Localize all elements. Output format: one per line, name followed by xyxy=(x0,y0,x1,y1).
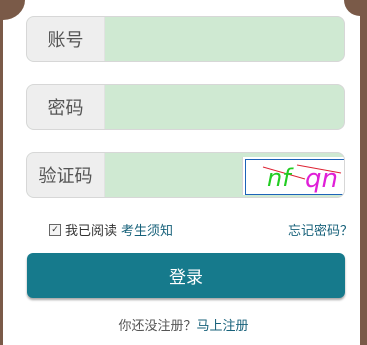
notice-link[interactable]: 考生须知 xyxy=(121,220,173,239)
captcha-text-b: qn xyxy=(305,164,338,194)
captcha-input[interactable] xyxy=(105,153,242,197)
password-label: 密码 xyxy=(27,85,105,129)
captcha-label: 验证码 xyxy=(27,153,105,197)
account-field: 账号 xyxy=(26,16,345,62)
captcha-image[interactable]: nf qn xyxy=(242,157,344,195)
account-label: 账号 xyxy=(27,17,105,61)
agree-prefix: 我已阅读 xyxy=(65,224,118,239)
agreement-row: ✓ 我已阅读 考生须知 xyxy=(49,220,173,239)
captcha-text-a: nf xyxy=(267,164,294,192)
forgot-password-link[interactable]: 忘记密码？ xyxy=(288,220,353,239)
password-input[interactable] xyxy=(105,85,344,129)
login-button[interactable]: 登录 xyxy=(27,253,345,298)
account-input[interactable] xyxy=(105,17,344,61)
password-field: 密码 xyxy=(26,84,345,130)
register-row: 你还没注册？马上注册 xyxy=(0,315,367,334)
panel-corner-left xyxy=(3,0,25,20)
register-link[interactable]: 马上注册 xyxy=(197,319,249,334)
captcha-field: 验证码 nf qn xyxy=(26,152,345,198)
login-panel: 账号 密码 验证码 nf qn ✓ 我已阅读 考生须知 忘记密码？ 登录 xyxy=(3,0,360,345)
register-prompt: 你还没注册？ xyxy=(118,319,197,334)
agree-checkbox[interactable]: ✓ xyxy=(49,223,61,236)
captcha-graphic: nf qn xyxy=(245,159,344,195)
panel-corner-right xyxy=(344,0,360,16)
